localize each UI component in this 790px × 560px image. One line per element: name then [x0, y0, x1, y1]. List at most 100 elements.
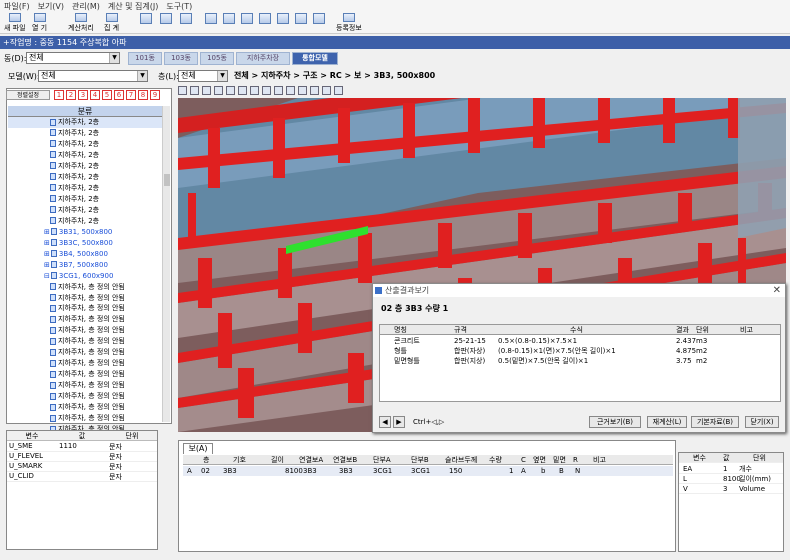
level-1-button[interactable]: 1	[54, 90, 64, 100]
tree-item[interactable]: ⊞ 3B7, 500x800	[8, 260, 162, 271]
table-row[interactable]: 콘크리트 25-21-15 0.5×(0.8-0.15)×7.5×1 2.437 m3	[380, 336, 780, 346]
tree-item[interactable]: 지하주차, 층 정의 안됨	[8, 336, 162, 347]
new-file-button[interactable]: 새 파일	[4, 13, 26, 33]
toolbar-icon-2[interactable]	[160, 13, 172, 33]
variable-row[interactable]: V 3 Volume	[679, 484, 783, 494]
table-row[interactable]: A 02 3B3 8100 3B3 3B3 3CG1 3CG1 150 1 A …	[183, 466, 673, 476]
level-8-button[interactable]: 8	[138, 90, 148, 100]
tree-item[interactable]: 지하주차, 2층	[8, 150, 162, 161]
property-row[interactable]: U_FLEVEL 문자	[7, 452, 157, 462]
basis-view-button[interactable]: 근거보기(B)	[589, 416, 641, 428]
view-icon[interactable]	[214, 86, 223, 95]
model-select[interactable]: 전체 ▼	[38, 70, 148, 82]
expand-icon[interactable]: ⊞	[44, 261, 50, 269]
toolbar-icon-5[interactable]	[223, 13, 235, 33]
tree-item[interactable]: 지하주차, 층 정의 안됨	[8, 413, 162, 424]
tree-item[interactable]: 지하주차, 층 정의 안됨	[8, 303, 162, 314]
menu-file[interactable]: 파일(F)	[4, 1, 30, 12]
toolbar-icon-9[interactable]	[295, 13, 307, 33]
tab-101[interactable]: 101동	[128, 52, 162, 65]
close-button[interactable]: 닫기(X)	[745, 416, 779, 428]
tree-item[interactable]: 지하주차, 2층	[8, 128, 162, 139]
toolbar-icon-3[interactable]	[180, 13, 192, 33]
tree-item[interactable]: 지하주차, 층 정의 안됨	[8, 282, 162, 293]
tab-105[interactable]: 105동	[200, 52, 234, 65]
toolbar-icon-6[interactable]	[241, 13, 253, 33]
view-icon[interactable]	[190, 86, 199, 95]
total-button[interactable]: 집 계	[104, 13, 119, 33]
sort-settings-button[interactable]: 정렬설정	[6, 90, 50, 100]
level-3-button[interactable]: 3	[78, 90, 88, 100]
prev-button[interactable]: ◀	[379, 416, 391, 428]
toolbar-icon-7[interactable]	[259, 13, 271, 33]
level-9-button[interactable]: 9	[150, 90, 160, 100]
next-button[interactable]: ▶	[393, 416, 405, 428]
open-button[interactable]: 열 기	[32, 13, 47, 33]
view-icon[interactable]	[286, 86, 295, 95]
property-row[interactable]: U_CLID 문자	[7, 472, 157, 482]
tree-item[interactable]: ⊟ 3CG1, 600x900	[8, 271, 162, 282]
level-4-button[interactable]: 4	[90, 90, 100, 100]
tree-item[interactable]: 지하주차, 층 정의 안됨	[8, 358, 162, 369]
tree-item[interactable]: 지하주차, 층 정의 안됨	[8, 380, 162, 391]
tree-item[interactable]: 지하주차, 2층	[8, 117, 162, 128]
tree-scrollbar[interactable]	[162, 106, 170, 422]
level-2-button[interactable]: 2	[66, 90, 76, 100]
table-row[interactable]: 형틀 합판(자상) (0.8-0.15)×1(면)×7.5(안목 길이)×1 4.87…	[380, 346, 780, 356]
property-row[interactable]: U_SMARK 문자	[7, 462, 157, 472]
tree-item[interactable]: 지하주차, 2층	[8, 183, 162, 194]
level-6-button[interactable]: 6	[114, 90, 124, 100]
tree-item[interactable]: 지하주차, 2층	[8, 216, 162, 227]
view-icon[interactable]	[334, 86, 343, 95]
collapse-icon[interactable]: ⊟	[44, 272, 50, 280]
property-row[interactable]: U_SME 1110 문자	[7, 442, 157, 452]
view-icon[interactable]	[310, 86, 319, 95]
tree-item[interactable]: 지하주차, 층 정의 안됨	[8, 314, 162, 325]
expand-icon[interactable]: ⊞	[44, 239, 50, 247]
variable-row[interactable]: EA 1 개수	[679, 464, 783, 474]
tree-item[interactable]: 지하주차, 2층	[8, 139, 162, 150]
tree-item[interactable]: ⊞ 3B4, 500x800	[8, 249, 162, 260]
view-icon[interactable]	[238, 86, 247, 95]
view-icon[interactable]	[262, 86, 271, 95]
expand-icon[interactable]: ⊞	[44, 228, 50, 236]
tree-item[interactable]: 지하주차, 층 정의 안됨	[8, 293, 162, 304]
expand-icon[interactable]: ⊞	[44, 250, 50, 258]
tree-item[interactable]: 지하주차, 2층	[8, 172, 162, 183]
tree-item[interactable]: 지하주차, 2층	[8, 194, 162, 205]
level-5-button[interactable]: 5	[102, 90, 112, 100]
view-icon[interactable]	[274, 86, 283, 95]
tree-item[interactable]: ⊞ 3B31, 500x800	[8, 227, 162, 238]
close-icon[interactable]: ✕	[773, 284, 781, 297]
scroll-thumb[interactable]	[164, 174, 170, 186]
toolbar-icon-4[interactable]	[205, 13, 217, 33]
view-icon[interactable]	[226, 86, 235, 95]
view-icon[interactable]	[202, 86, 211, 95]
tree-item[interactable]: ⊞ 3B3C, 500x800	[8, 238, 162, 249]
variable-row[interactable]: L 8100 길이(mm)	[679, 474, 783, 484]
tab-parking[interactable]: 지하주차장	[236, 52, 290, 65]
building-select[interactable]: 전체 ▼	[26, 52, 120, 64]
tree-item[interactable]: 지하주차, 층 정의 안됨	[8, 391, 162, 402]
tree-item[interactable]: 지하주차, 층 정의 안됨	[8, 347, 162, 358]
level-7-button[interactable]: 7	[126, 90, 136, 100]
toolbar-icon-1[interactable]	[140, 13, 152, 33]
view-icon[interactable]	[250, 86, 259, 95]
toolbar-icon-10[interactable]	[313, 13, 325, 33]
recalc-button[interactable]: 재계산(L)	[647, 416, 687, 428]
floor-select[interactable]: 전체 ▼	[178, 70, 228, 82]
tree-item[interactable]: 지하주차, 층 정의 안됨	[8, 325, 162, 336]
tree-item[interactable]: 지하주차, 2층	[8, 205, 162, 216]
base-data-button[interactable]: 기본자료(B)	[691, 416, 739, 428]
toolbar-icon-8[interactable]	[277, 13, 289, 33]
tab-beam[interactable]: 보(A)	[183, 443, 213, 454]
calc-button[interactable]: 계산처리	[68, 13, 94, 33]
tree-item[interactable]: 지하주차, 층 정의 안됨	[8, 402, 162, 413]
menu-manage[interactable]: 관리(M)	[72, 1, 100, 12]
view-icon[interactable]	[178, 86, 187, 95]
menu-tools[interactable]: 도구(T)	[166, 1, 192, 12]
table-row[interactable]: 밑면형틀 합판(지상) 0.5(밑면)×7.5(안목 길이)×1 3.75 m2	[380, 356, 780, 366]
menu-view[interactable]: 보기(V)	[38, 1, 64, 12]
tree-item[interactable]: 지하주차, 2층	[8, 161, 162, 172]
reg-info-button[interactable]: 등록정보	[336, 13, 362, 33]
